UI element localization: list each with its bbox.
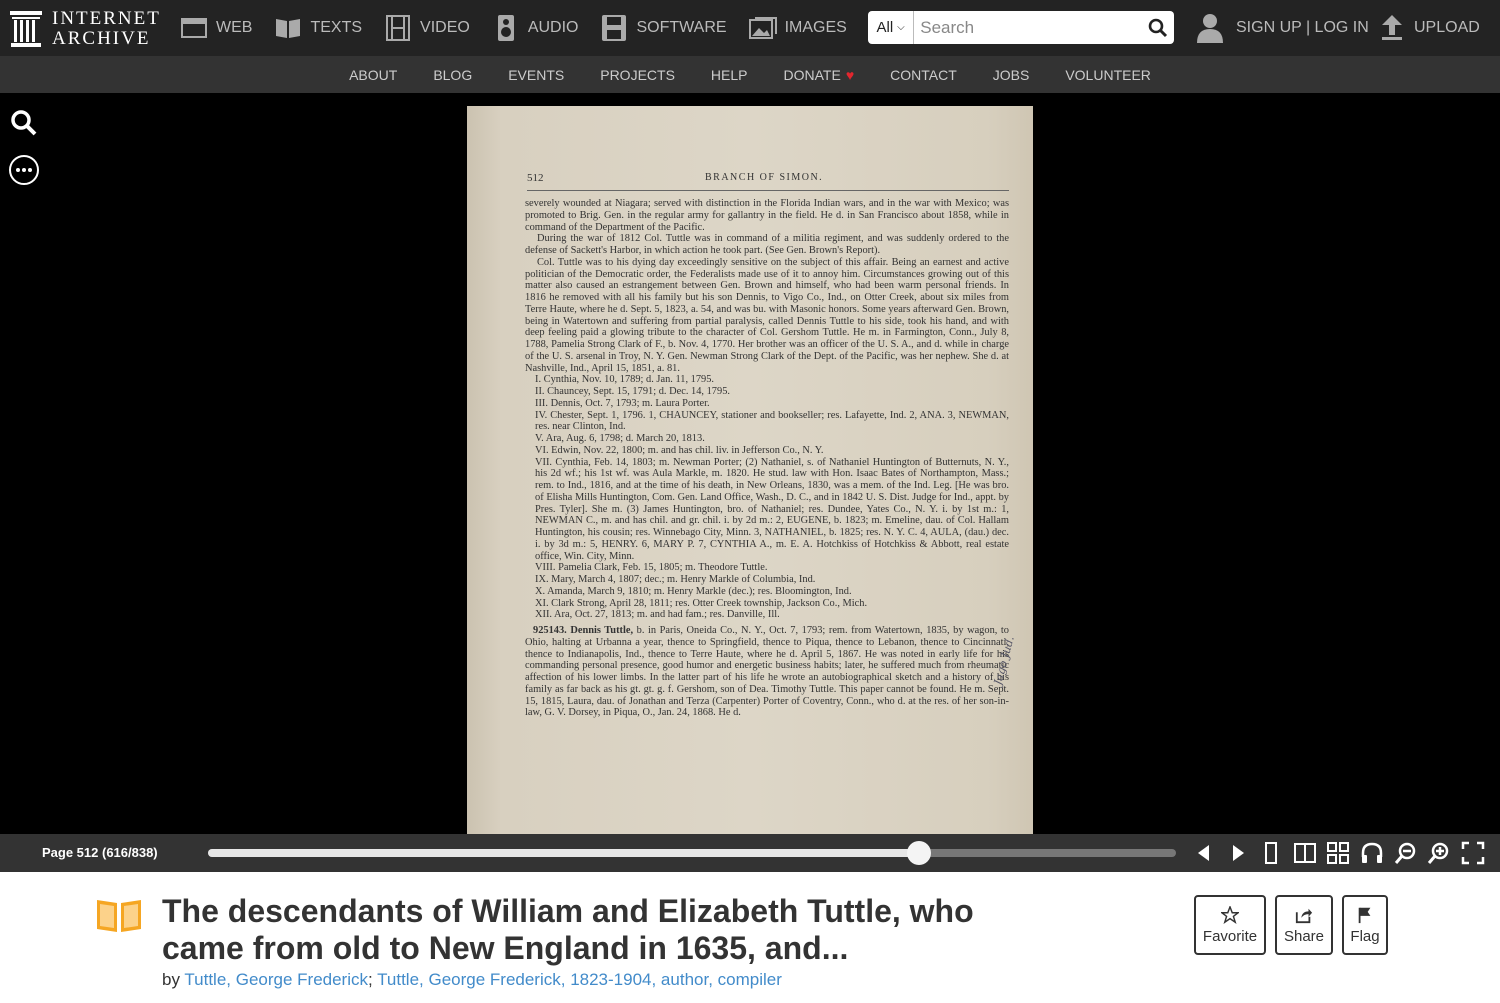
subnav-events[interactable]: EVENTS <box>508 67 564 83</box>
page-indicator: Page 512 (616/838) <box>42 845 158 860</box>
child-entry: V. Ara, Aug. 6, 1798; d. March 20, 1813. <box>535 433 705 444</box>
book-reader: 512 BRANCH OF SIMON. severely wounded at… <box>0 93 1500 834</box>
child-entry: I. Cynthia, Nov. 10, 1789; d. Jan. 11, 1… <box>535 374 715 386</box>
reader-controls: Page 512 (616/838) <box>0 834 1500 872</box>
texts-book-icon <box>97 900 141 932</box>
one-page-view-icon[interactable] <box>1259 841 1283 865</box>
child-entry: IX. Mary, March 4, 1807; dec.; m. Henry … <box>535 574 816 585</box>
two-page-view-icon[interactable] <box>1293 841 1317 865</box>
flag-icon <box>1358 907 1371 923</box>
item-title: The descendants of William and Elizabeth… <box>162 893 974 966</box>
author-link[interactable]: Tuttle, George Frederick <box>184 970 368 989</box>
item-byline: by Tuttle, George Frederick; Tuttle, Geo… <box>162 970 782 989</box>
subnav-about[interactable]: ABOUT <box>349 67 397 83</box>
user-icon <box>1197 14 1223 43</box>
child-entry: VII. Cynthia, Feb. 14, 1803; m. Newman P… <box>535 456 1009 562</box>
heart-icon: ♥ <box>845 66 855 83</box>
entry-name: Dennis Tuttle, <box>570 625 634 636</box>
entry-number: 925143. <box>533 625 567 636</box>
author-link[interactable]: Tuttle, George Frederick, 1823-1904, aut… <box>377 970 782 989</box>
thumbnail-view-icon[interactable] <box>1326 841 1350 865</box>
nav-video[interactable]: VIDEO <box>384 15 470 41</box>
film-icon <box>386 15 411 41</box>
child-entry: XI. Clark Strong, April 28, 1811; res. O… <box>535 597 868 609</box>
page-text: severely wounded at Niagara; served with… <box>525 198 1009 719</box>
nav-audio[interactable]: AUDIO <box>492 15 578 41</box>
share-button[interactable]: Share <box>1275 895 1333 955</box>
media-nav: WEB TEXTS VIDEO AUDIO SOFTWARE IMAGES <box>180 0 869 56</box>
nav-web[interactable]: WEB <box>180 15 252 41</box>
book-page-scan[interactable]: 512 BRANCH OF SIMON. severely wounded at… <box>467 106 1033 834</box>
search-submit-button[interactable] <box>1141 11 1174 44</box>
page-slider[interactable] <box>208 841 1176 865</box>
subnav-donate[interactable]: DONATE ♥ <box>784 67 855 83</box>
page-number: 512 <box>527 172 544 184</box>
upload-icon <box>1382 15 1402 40</box>
top-nav-bar: INTERNET ARCHIVE WEB TEXTS VIDEO AUDIO S… <box>0 0 1500 56</box>
child-entry: VI. Edwin, Nov. 22, 1800; m. and has chi… <box>535 444 824 456</box>
subnav-jobs[interactable]: JOBS <box>993 67 1030 83</box>
account-area[interactable]: SIGN UP | LOG IN <box>1196 0 1369 56</box>
next-page-icon[interactable] <box>1226 841 1250 865</box>
genealogy-entry: 925143. Dennis Tuttle, b. in Paris, Onei… <box>525 625 1009 719</box>
page-paragraph: During the war of 1812 Col. Tuttle was i… <box>525 233 1009 256</box>
slider-progress <box>208 849 920 857</box>
subnav-help[interactable]: HELP <box>711 67 748 83</box>
entry-text: b. in Paris, Oneida Co., N. Y., Oct. 7, … <box>525 625 1009 719</box>
header-rule <box>527 190 1009 191</box>
secondary-nav: ABOUT BLOG EVENTS PROJECTS HELP DONATE ♥ … <box>0 56 1500 93</box>
child-entry: XII. Ara, Oct. 27, 1813; m. and had fam.… <box>535 609 780 621</box>
more-options-icon[interactable] <box>8 154 40 186</box>
zoom-in-icon[interactable] <box>1427 841 1451 865</box>
internet-archive-logo[interactable]: INTERNET ARCHIVE <box>10 8 162 50</box>
speaker-icon <box>497 15 514 41</box>
nav-software[interactable]: SOFTWARE <box>600 15 727 41</box>
search-scope-select[interactable]: All ⌵ <box>868 11 915 44</box>
child-entry: II. Chauncey, Sept. 15, 1791; d. Dec. 14… <box>535 386 730 397</box>
reader-toolbar <box>1192 840 1494 866</box>
nav-images[interactable]: IMAGES <box>748 15 847 41</box>
floppy-disk-icon <box>602 15 627 41</box>
web-icon <box>181 18 207 38</box>
page-paragraph: severely wounded at Niagara; served with… <box>525 198 1009 233</box>
flag-button[interactable]: Flag <box>1342 895 1388 955</box>
book-open-icon <box>276 19 301 38</box>
child-entry: IV. Chester, Sept. 1, 1796. 1, CHAUNCEY,… <box>535 409 1009 433</box>
nav-texts[interactable]: TEXTS <box>274 15 362 41</box>
running-head: BRANCH OF SIMON. <box>705 172 824 183</box>
child-entry: VIII. Pamelia Clark, Feb. 15, 1805; m. T… <box>535 562 768 574</box>
favorite-button[interactable]: Favorite <box>1194 895 1266 955</box>
subnav-projects[interactable]: PROJECTS <box>600 67 675 83</box>
picture-icon <box>748 17 777 39</box>
fullscreen-icon[interactable] <box>1461 841 1485 865</box>
headphones-icon[interactable] <box>1360 841 1384 865</box>
page-paragraph: Col. Tuttle was to his dying day exceedi… <box>525 256 1009 374</box>
subnav-blog[interactable]: BLOG <box>433 67 472 83</box>
subnav-volunteer[interactable]: VOLUNTEER <box>1065 67 1151 83</box>
archive-building-icon <box>10 11 42 47</box>
chevron-down-icon: ⌵ <box>897 22 905 33</box>
slider-handle[interactable] <box>907 841 932 865</box>
search-icon <box>1148 18 1167 37</box>
search-input[interactable] <box>914 12 1142 43</box>
search-bar: All ⌵ <box>868 11 1174 44</box>
logo-text: INTERNET ARCHIVE <box>52 8 161 49</box>
star-icon <box>1221 905 1239 924</box>
zoom-out-icon[interactable] <box>1394 841 1418 865</box>
upload-button[interactable]: UPLOAD <box>1380 0 1480 56</box>
sign-up-log-in-link[interactable]: SIGN UP | LOG IN <box>1236 19 1369 37</box>
share-icon <box>1295 908 1313 923</box>
subnav-contact[interactable]: CONTACT <box>890 67 957 83</box>
previous-page-icon[interactable] <box>1192 841 1216 865</box>
child-entry: X. Amanda, March 9, 1810; m. Henry Markl… <box>535 585 852 597</box>
child-entry: III. Dennis, Oct. 7, 1793; m. Laura Port… <box>535 397 710 409</box>
search-icon[interactable] <box>8 107 40 139</box>
